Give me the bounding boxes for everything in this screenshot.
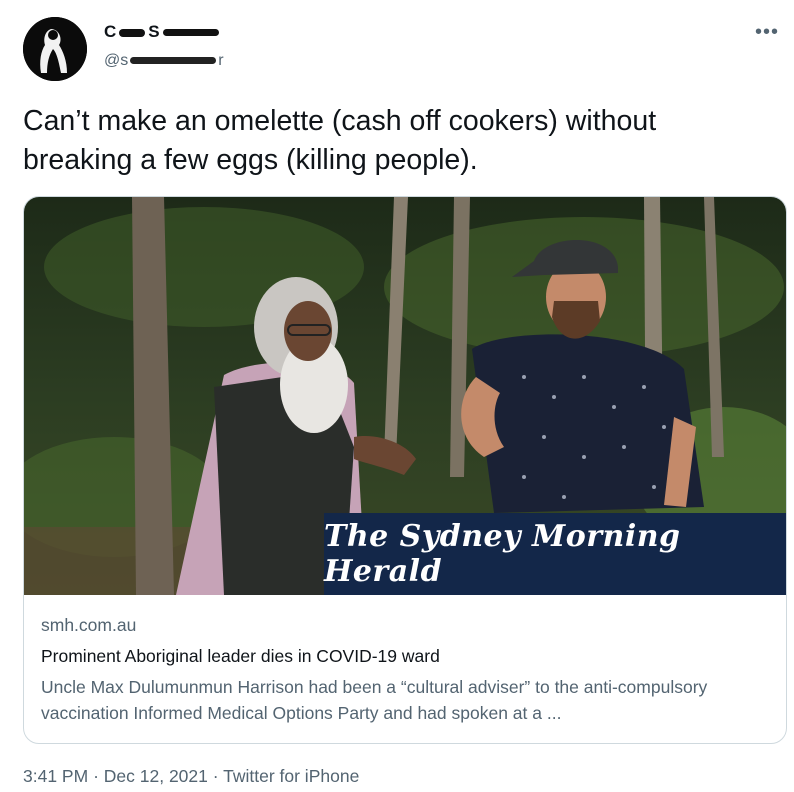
tweet-date[interactable]: Dec 12, 2021 [104,766,208,786]
masthead-banner: The Sydney Morning Herald [324,513,786,595]
link-card[interactable]: The Sydney Morning Herald smh.com.au Pro… [23,196,787,744]
tweet-source[interactable]: Twitter for iPhone [223,766,359,786]
avatar[interactable] [23,17,87,81]
card-description: Uncle Max Dulumunmun Harrison had been a… [41,677,708,723]
user-handle[interactable]: @s r [104,52,224,70]
separator-dot: · [212,766,224,786]
display-name-part: S [148,22,160,41]
display-name[interactable]: CS [104,22,219,42]
redaction-mark [119,28,146,37]
redaction-mark [162,29,219,37]
card-title: Prominent Aboriginal leader dies in COVI… [41,646,440,666]
avatar-image [23,17,87,81]
display-name-part: C [104,22,117,41]
separator-dot: · [93,766,104,786]
handle-part: r [218,52,224,69]
masthead-text: The Sydney Morning Herald [324,519,681,589]
tweet-time[interactable]: 3:41 PM [23,766,88,786]
redaction-mark [130,57,217,65]
tweet-meta: 3:41 PM · Dec 12, 2021 · Twitter for iPh… [23,766,359,787]
tweet-text: Can’t make an omelette (cash off cookers… [23,105,657,176]
more-horizontal-icon[interactable]: ••• [755,22,779,42]
card-domain: smh.com.au [41,615,137,635]
handle-part: @s [104,52,129,69]
